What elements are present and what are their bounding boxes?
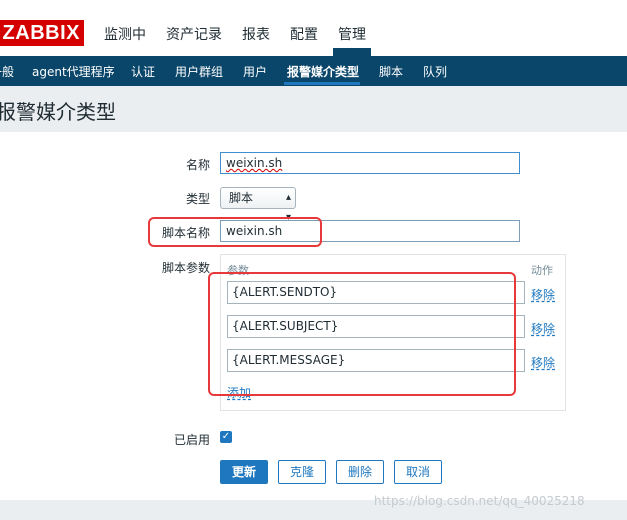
watermark-text: https://blog.csdn.net/qq_40025218 (374, 494, 585, 508)
zabbix-logo[interactable]: ZABBIX (0, 20, 84, 46)
highlight-script-name (148, 217, 322, 247)
page-title: 报警媒介类型 (0, 100, 116, 124)
subnav-general[interactable]: 一般 (0, 63, 14, 80)
type-label: 类型 (185, 192, 210, 206)
nav-monitoring[interactable]: 监测中 (104, 24, 146, 44)
subnav-authentication[interactable]: 认证 (131, 63, 155, 80)
remove-param-link[interactable]: 移除 (531, 286, 555, 303)
active-nav-indicator (333, 48, 371, 56)
nav-inventory[interactable]: 资产记录 (166, 24, 222, 44)
clone-button[interactable]: 克隆 (278, 460, 326, 484)
type-select[interactable]: 脚本 ▴ ▾ (220, 187, 296, 223)
nav-configuration[interactable]: 配置 (290, 24, 318, 44)
script-params-label: 脚本参数 (161, 261, 210, 275)
remove-param-link[interactable]: 移除 (531, 320, 555, 337)
remove-param-link[interactable]: 移除 (531, 354, 555, 371)
update-button[interactable]: 更新 (220, 460, 268, 484)
name-label: 名称 (185, 158, 210, 172)
highlight-script-params (208, 272, 516, 396)
name-field[interactable]: weixin.sh (220, 152, 520, 174)
delete-button[interactable]: 删除 (336, 460, 384, 484)
subnav-user-groups[interactable]: 用户群组 (175, 63, 223, 80)
top-header: ZABBIX 监测中 资产记录 报表 配置 管理 (0, 0, 627, 56)
name-value: weixin.sh (226, 156, 283, 170)
nav-administration[interactable]: 管理 (338, 24, 366, 44)
subnav-users[interactable]: 用户 (243, 63, 267, 80)
enabled-label: 已启用 (173, 433, 210, 447)
nav-reports[interactable]: 报表 (242, 24, 270, 44)
enabled-checkbox[interactable]: ✓ (220, 431, 232, 443)
action-column-header: 动作 (531, 264, 553, 277)
subnav-media-types[interactable]: 报警媒介类型 (287, 63, 359, 80)
active-subnav-underline (284, 82, 360, 85)
subnav-agent-proxies[interactable]: agent代理程序 (32, 63, 115, 80)
cancel-button[interactable]: 取消 (394, 460, 442, 484)
subnav-queue[interactable]: 队列 (423, 63, 447, 80)
subnav-scripts[interactable]: 脚本 (379, 63, 403, 80)
type-selected-value: 脚本 (229, 191, 254, 205)
